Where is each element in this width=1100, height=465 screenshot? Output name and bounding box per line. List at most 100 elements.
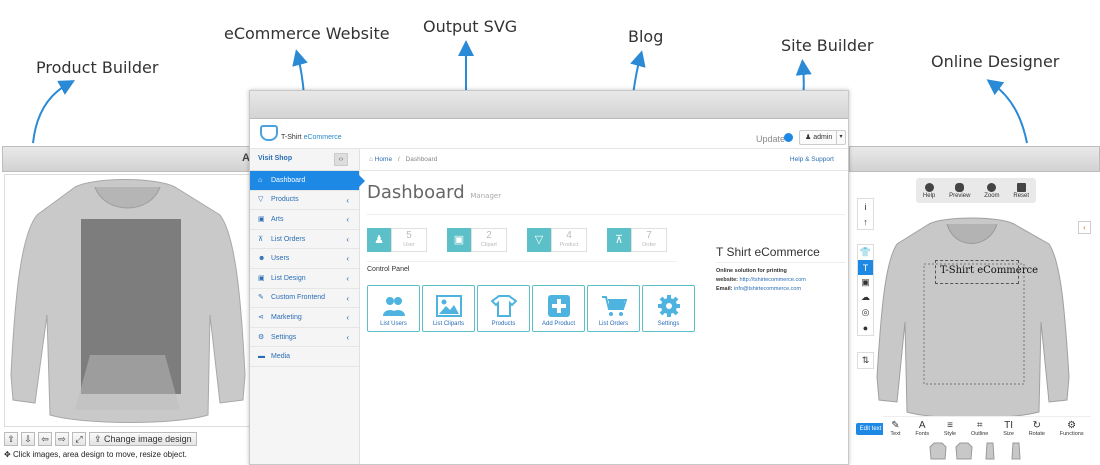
product-builder-canvas[interactable] bbox=[4, 174, 250, 427]
sidebar-item-custom-frontend[interactable]: ✎ Custom Frontend ‹ bbox=[250, 289, 359, 309]
window-titlebar bbox=[250, 91, 848, 119]
gear-icon bbox=[657, 295, 680, 317]
user-icon: ♟ bbox=[367, 228, 391, 252]
sidebar-item-dashboard[interactable]: ⌂ Dashboard bbox=[250, 171, 365, 191]
qr-icon[interactable]: ◎ bbox=[858, 305, 873, 320]
tile-list-users[interactable]: List Users bbox=[367, 285, 420, 332]
users-icon: ☻ bbox=[258, 255, 266, 263]
zoom-tool[interactable]: Zoom bbox=[984, 182, 1000, 199]
text-size-icon: TI bbox=[1004, 420, 1013, 431]
update-link[interactable]: Update bbox=[756, 134, 785, 144]
reset-tool[interactable]: Reset bbox=[1013, 182, 1029, 199]
chevron-down-icon: ▾ bbox=[836, 131, 845, 144]
stat-users[interactable]: ♟ 5 User bbox=[367, 228, 427, 252]
cart-logo-icon bbox=[260, 125, 278, 141]
back-view-thumbnail[interactable] bbox=[954, 441, 974, 461]
text-tool-icon[interactable]: T bbox=[858, 260, 873, 275]
change-image-design-button[interactable]: ⇪ Change image design bbox=[89, 432, 197, 446]
share-icon: ⋖ bbox=[258, 313, 264, 321]
text-tool[interactable]: ✎ Text bbox=[890, 420, 900, 437]
shirt-icon bbox=[490, 295, 517, 317]
site-logo[interactable]: T-Shirt eCommerce bbox=[260, 125, 342, 141]
style-tool[interactable]: ≡ Style bbox=[944, 420, 956, 437]
sidebar-item-list-orders[interactable]: ⊼ List Orders ‹ bbox=[250, 230, 359, 250]
font-icon: A bbox=[918, 420, 926, 431]
stat-clipart[interactable]: ▣ 2 Clipart bbox=[447, 228, 507, 252]
outline-tool[interactable]: ⌗ Outline bbox=[971, 420, 988, 437]
tile-list-orders[interactable]: List Orders bbox=[587, 285, 640, 332]
cart-icon: ⊼ bbox=[607, 228, 631, 252]
tile-add-product[interactable]: Add Product bbox=[532, 285, 585, 332]
designer-layers-button: ⇅ bbox=[857, 352, 874, 369]
move-down-icon[interactable]: ⇩ bbox=[21, 432, 35, 446]
breadcrumb-home-link[interactable]: Home bbox=[375, 156, 392, 163]
tile-list-cliparts[interactable]: List Cliparts bbox=[422, 285, 475, 332]
arrow-up-icon[interactable]: ↑ bbox=[858, 214, 873, 229]
help-icon bbox=[924, 182, 934, 192]
sidebar-item-products[interactable]: ▽ Products ‹ bbox=[250, 191, 359, 211]
sidebar-item-marketing[interactable]: ⋖ Marketing ‹ bbox=[250, 308, 359, 328]
move-up-icon[interactable]: ⇧ bbox=[4, 432, 18, 446]
email-link[interactable]: info@tshirtecommerce.com bbox=[734, 286, 801, 292]
tile-products[interactable]: Products bbox=[477, 285, 530, 332]
right-view-thumbnail[interactable] bbox=[1006, 441, 1026, 461]
product-view-thumbnails bbox=[928, 441, 1026, 461]
visit-shop-link[interactable]: Visit Shop bbox=[258, 155, 292, 162]
design-text-object[interactable]: T-Shirt eCommerce bbox=[940, 265, 1038, 276]
rotate-tool[interactable]: ↻ Rotate bbox=[1029, 420, 1045, 437]
home-icon: ⌂ bbox=[258, 176, 263, 184]
pencil-icon: ✎ bbox=[891, 420, 900, 431]
stats-row: ♟ 5 User ▣ 2 Clipart ▽ 4 Product ⊼ 7 Order bbox=[367, 228, 667, 252]
sort-icon[interactable]: ⇅ bbox=[858, 353, 873, 368]
help-support-link[interactable]: Help & Support bbox=[790, 149, 834, 171]
functions-tool[interactable]: ⚙ Functions bbox=[1060, 420, 1084, 437]
image-icon: ▣ bbox=[258, 274, 265, 282]
fullscreen-icon[interactable]: ⤢ bbox=[72, 432, 86, 446]
shirt-icon[interactable]: 👕 bbox=[858, 245, 873, 260]
user-icon: ♟ bbox=[805, 134, 814, 141]
cloud-upload-icon[interactable]: ☁ bbox=[858, 290, 873, 305]
cogs-icon: ⚙ bbox=[1067, 420, 1077, 431]
gear-icon: ⚙ bbox=[258, 333, 265, 341]
callout-site-builder: Site Builder bbox=[781, 36, 874, 55]
user-menu-button[interactable]: ♟ admin ▾ bbox=[799, 130, 846, 145]
hoodie-product-image bbox=[10, 179, 246, 423]
edit-text-button[interactable]: Edit text bbox=[856, 423, 885, 435]
page-title: Dashboard Manager bbox=[367, 182, 502, 203]
users-icon bbox=[382, 297, 405, 316]
tile-settings[interactable]: Settings bbox=[642, 285, 695, 332]
user-icon[interactable]: ● bbox=[858, 320, 873, 335]
sidebar-item-media[interactable]: ▬ Media bbox=[250, 347, 359, 367]
upload-icon: ⇪ bbox=[94, 434, 105, 444]
product-builder-toolbar: ⇧ ⇩ ⇦ ⇨ ⤢ ⇪ Change image design bbox=[4, 432, 197, 446]
help-tool[interactable]: Help bbox=[923, 182, 935, 199]
sidebar-item-settings[interactable]: ⚙ Settings ‹ bbox=[250, 328, 359, 348]
sidebar-item-list-design[interactable]: ▣ List Design ‹ bbox=[250, 269, 359, 289]
sidebar-toggle-icon[interactable]: ‹› bbox=[334, 153, 348, 166]
zoom-icon bbox=[987, 182, 997, 192]
website-link[interactable]: http://tshirtecommerce.com bbox=[740, 277, 806, 283]
sidebar-item-arts[interactable]: ▣ Arts ‹ bbox=[250, 210, 359, 230]
size-tool[interactable]: TI Size bbox=[1003, 420, 1014, 437]
image-icon[interactable]: ▣ bbox=[858, 275, 873, 290]
move-left-icon[interactable]: ⇦ bbox=[38, 432, 52, 446]
info-icon[interactable]: i bbox=[858, 199, 873, 214]
shirt-icon: ▽ bbox=[527, 228, 551, 252]
stat-products[interactable]: ▽ 4 Product bbox=[527, 228, 587, 252]
stat-orders[interactable]: ⊼ 7 Order bbox=[607, 228, 667, 252]
product-builder-titlebar bbox=[2, 146, 254, 172]
sidebar-item-users[interactable]: ☻ Users ‹ bbox=[250, 249, 359, 269]
site-info-panel: T Shirt eCommerce Online solution for pr… bbox=[716, 245, 846, 295]
front-view-thumbnail[interactable] bbox=[928, 441, 948, 461]
preview-tool[interactable]: Preview bbox=[949, 182, 970, 199]
folder-icon: ▬ bbox=[258, 353, 265, 361]
fonts-tool[interactable]: A Fonts bbox=[915, 420, 929, 437]
move-right-icon[interactable]: ⇨ bbox=[55, 432, 69, 446]
update-indicator-icon bbox=[784, 133, 793, 142]
chevron-left-icon: ‹ bbox=[346, 313, 349, 323]
cart-icon bbox=[601, 296, 627, 316]
left-view-thumbnail[interactable] bbox=[980, 441, 1000, 461]
collapse-panel-icon[interactable]: ‹ bbox=[1078, 221, 1091, 234]
breadcrumb: ⌂ Home / Dashboard Help & Support bbox=[361, 149, 848, 171]
designer-top-toolbar: Help Preview Zoom Reset bbox=[916, 178, 1036, 203]
